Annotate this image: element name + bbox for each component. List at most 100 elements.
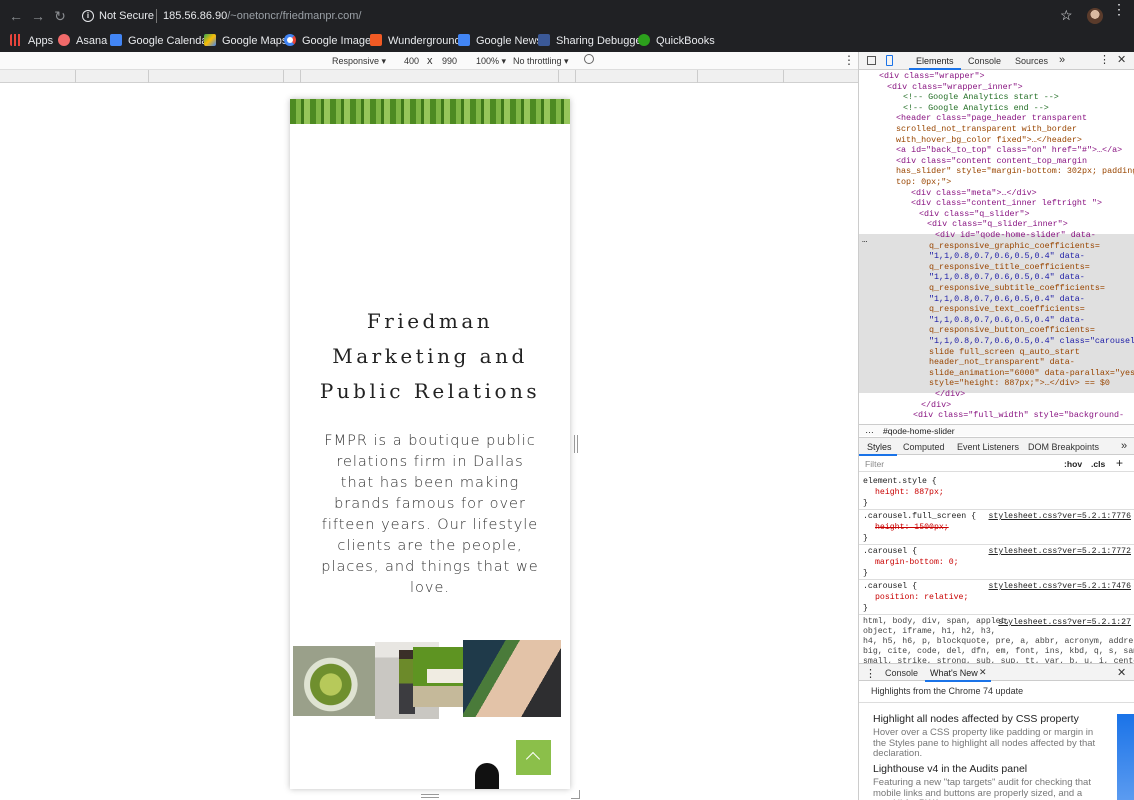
rotate-icon[interactable]	[584, 54, 594, 64]
dom-line[interactable]: top: 0px;">	[896, 177, 951, 188]
viewport-width-input[interactable]: 400	[404, 56, 419, 66]
dom-line[interactable]: <a id="back_to_top" class="on" href="#">…	[896, 145, 1122, 156]
dom-line[interactable]: "1,1,0.8,0.7,0.6,0.5,0.4" data-	[929, 294, 1085, 305]
bookmark-google-maps[interactable]: Google Maps	[204, 33, 287, 49]
dom-line[interactable]: <div class="q_slider_inner">	[927, 219, 1068, 230]
bookmark-asana[interactable]: Asana	[58, 33, 107, 49]
dom-line[interactable]: <div class="q_slider">	[919, 209, 1030, 220]
css-property[interactable]: height: 1500px;	[859, 522, 1134, 533]
media-query-bar[interactable]	[0, 70, 858, 83]
device-toggle-icon[interactable]	[886, 55, 893, 66]
resize-handle-right[interactable]	[574, 435, 578, 453]
bookmark-google-news[interactable]: Google News	[458, 33, 542, 49]
dom-line[interactable]: <!-- Google Analytics end -->	[903, 103, 1049, 114]
dom-line[interactable]: <div class="wrapper_inner">	[887, 82, 1023, 93]
close-drawer-icon[interactable]: ✕	[1117, 666, 1126, 679]
tab-sources[interactable]: Sources	[1015, 56, 1048, 66]
dom-line[interactable]: "1,1,0.8,0.7,0.6,0.5,0.4" data-	[929, 315, 1085, 326]
drawer-tab-console[interactable]: Console	[885, 668, 918, 678]
css-rules[interactable]: element.style { height: 887px; } .carous…	[859, 474, 1134, 689]
bookmark-wunderground[interactable]: Wunderground	[370, 33, 461, 49]
address-bar[interactable]: i Not Secure 185.56.86.90/~onetoncr/frie…	[76, 4, 1076, 28]
bookmark-star-icon[interactable]: ☆	[1060, 7, 1073, 24]
dom-line[interactable]: slide_animation="6000" data-parallax="ye…	[929, 368, 1134, 379]
inspect-element-icon[interactable]	[867, 56, 876, 65]
dom-line[interactable]: </div>	[921, 400, 951, 411]
new-rule-icon[interactable]: +	[1116, 456, 1123, 470]
css-rule[interactable]: .carousel.full_screen { stylesheet.css?v…	[859, 511, 1134, 545]
tab-dom-breakpoints[interactable]: DOM Breakpoints	[1028, 442, 1099, 452]
dom-line[interactable]: <header class="page_header transparent	[896, 113, 1087, 124]
news-title[interactable]: Lighthouse v4 in the Audits panel	[873, 763, 1097, 776]
dom-line[interactable]: <!-- Google Analytics start -->	[903, 92, 1059, 103]
url-text[interactable]: 185.56.86.90/~onetoncr/friedmanpr.com/	[163, 10, 361, 22]
whats-new-item[interactable]: Lighthouse v4 in the Audits panel Featur…	[873, 763, 1097, 800]
dom-line[interactable]: "1,1,0.8,0.7,0.6,0.5,0.4" data-	[929, 272, 1085, 283]
back-to-top-button[interactable]	[516, 740, 551, 775]
devtools-menu-icon[interactable]: ⋮	[1099, 53, 1110, 66]
dom-line[interactable]: with_hover_bg_color fixed">…</header>	[896, 135, 1082, 146]
css-property[interactable]: height: 887px;	[859, 487, 1134, 498]
dom-line[interactable]: <div id="qode-home-slider" data-	[935, 230, 1096, 241]
drawer-menu-icon[interactable]: ⋮	[865, 667, 876, 680]
resize-handle-bottom[interactable]	[421, 794, 439, 798]
dom-line[interactable]: header_not_transparent" data-	[929, 357, 1075, 368]
dom-line[interactable]: scrolled_not_transparent with_border	[896, 124, 1077, 135]
close-tab-icon[interactable]: ✕	[979, 667, 987, 678]
whats-new-item[interactable]: Highlight all nodes affected by CSS prop…	[873, 713, 1097, 760]
news-title[interactable]: Highlight all nodes affected by CSS prop…	[873, 713, 1097, 726]
tab-console[interactable]: Console	[968, 56, 1001, 66]
bookmark-quickbooks[interactable]: QuickBooks	[638, 33, 715, 49]
css-source-link[interactable]: stylesheet.css?ver=5.2.1:7772	[989, 546, 1132, 557]
back-arrow-icon[interactable]: ←	[8, 8, 24, 24]
tab-styles[interactable]: Styles	[867, 442, 892, 452]
css-property[interactable]: margin-bottom: 0;	[859, 557, 1134, 568]
profile-avatar[interactable]	[1087, 8, 1103, 24]
dom-line[interactable]: q_responsive_title_coefficients=	[929, 262, 1090, 273]
drawer-tab-whats-new[interactable]: What's New	[930, 668, 978, 678]
dom-line[interactable]: <div class="full_width" style="backgroun…	[913, 410, 1124, 421]
css-rule[interactable]: element.style { height: 887px; }	[859, 476, 1134, 510]
dom-line[interactable]: "1,1,0.8,0.7,0.6,0.5,0.4" data-	[929, 251, 1085, 262]
css-rule[interactable]: .carousel { stylesheet.css?ver=5.2.1:777…	[859, 546, 1134, 580]
info-icon[interactable]: i	[82, 10, 94, 22]
device-more-icon[interactable]: ⋮	[843, 53, 855, 67]
dom-line[interactable]: </div>	[935, 389, 965, 400]
dom-line[interactable]: q_responsive_graphic_coefficients=	[929, 241, 1100, 252]
forward-arrow-icon[interactable]: →	[30, 8, 46, 24]
css-property[interactable]: position: relative;	[859, 592, 1134, 603]
bookmark-google-images[interactable]: Google Images	[284, 33, 377, 49]
tab-elements[interactable]: Elements	[916, 56, 954, 66]
close-devtools-icon[interactable]: ✕	[1117, 53, 1126, 66]
bookmark-google-calendar[interactable]: Google Calendar	[110, 33, 211, 49]
reload-icon[interactable]: ↻	[52, 8, 68, 24]
resize-handle-corner[interactable]	[571, 790, 580, 799]
dom-line[interactable]: <div class="content_inner leftright ">	[911, 198, 1102, 209]
bookmark-sharing-debugger[interactable]: Sharing Debugger	[538, 33, 645, 49]
zoom-select[interactable]: 100% ▾	[476, 56, 506, 67]
dom-line[interactable]: <div class="wrapper">	[879, 71, 985, 82]
viewport-height-input[interactable]: 990	[442, 56, 457, 66]
tab-computed[interactable]: Computed	[903, 442, 945, 452]
styles-filter-input[interactable]: Filter	[865, 459, 884, 469]
dom-line[interactable]: "1,1,0.8,0.7,0.6,0.5,0.4" class="carouse…	[929, 336, 1134, 347]
class-toggle[interactable]: .cls	[1091, 459, 1105, 469]
dom-line[interactable]: <div class="content content_top_margin	[896, 156, 1087, 167]
dom-line[interactable]: q_responsive_text_coefficients=	[929, 304, 1085, 315]
bookmark-apps[interactable]: Apps	[10, 33, 53, 49]
dom-line[interactable]: has_slider" style="margin-bottom: 302px;…	[896, 166, 1134, 177]
hover-state-toggle[interactable]: :hov	[1064, 459, 1082, 469]
css-source-link[interactable]: stylesheet.css?ver=5.2.1:27	[998, 617, 1131, 628]
dom-line[interactable]: style="height: 887px;">…</div> == $0	[929, 378, 1110, 389]
device-mode-select[interactable]: Responsive ▾	[332, 56, 386, 67]
css-rule[interactable]: .carousel { stylesheet.css?ver=5.2.1:747…	[859, 581, 1134, 615]
tab-event-listeners[interactable]: Event Listeners	[957, 442, 1019, 452]
chrome-menu-icon[interactable]: ⋮	[1112, 2, 1126, 16]
node-ellipsis-icon[interactable]: …	[862, 235, 867, 245]
breadcrumb-node[interactable]: #qode-home-slider	[883, 426, 955, 436]
more-style-tabs-icon[interactable]: »	[1121, 440, 1127, 452]
dom-line[interactable]: slide full_screen q_auto_start	[929, 347, 1080, 358]
more-tabs-icon[interactable]: »	[1059, 54, 1065, 66]
css-source-link[interactable]: stylesheet.css?ver=5.2.1:7776	[989, 511, 1132, 522]
css-source-link[interactable]: stylesheet.css?ver=5.2.1:7476	[989, 581, 1132, 592]
